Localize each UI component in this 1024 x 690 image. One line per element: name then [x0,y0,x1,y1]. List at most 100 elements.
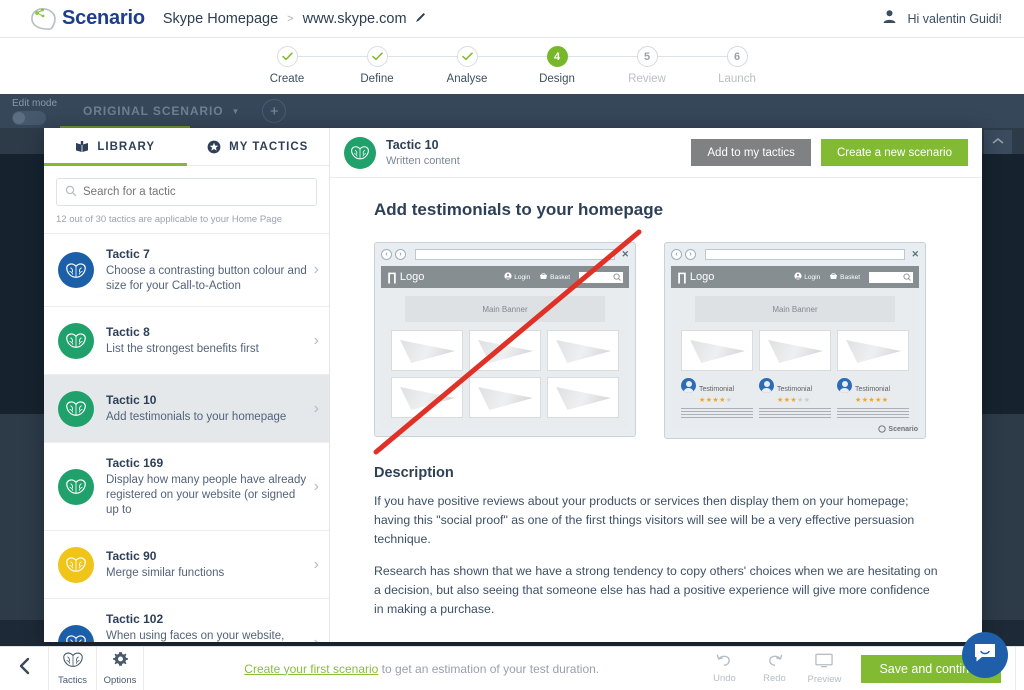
browser-url-bar [415,249,616,260]
site-basket-item: Basket [829,272,860,282]
tab-library[interactable]: LIBRARY [44,128,187,166]
stepper-step-define[interactable]: Define [332,46,422,85]
scenario-selector[interactable]: ORIGINAL SCENARIO ▼ [83,104,240,118]
search-box[interactable] [56,178,317,206]
collapse-panel-button[interactable] [984,130,1012,154]
brain-icon [344,136,376,169]
pencil-icon[interactable] [414,11,427,27]
tactics-tool-label: Tactics [57,675,88,686]
add-scenario-button[interactable]: + [262,99,287,123]
image-placeholder [469,377,541,418]
chevron-right-icon[interactable]: › [314,400,319,418]
create-first-scenario-link[interactable]: Create your first scenario [244,662,378,676]
chevron-left-icon [17,656,32,682]
stepper-circle: 5 [636,46,658,67]
search-input[interactable] [83,186,308,198]
stepper-steps: Create Define Analyse 4 Design 5 Review 6 Launch [242,46,782,85]
user-circle-icon [794,272,802,282]
star-rating: ★★★★★ [777,397,811,404]
site-basket-label: Basket [550,273,570,281]
detail-body: Add testimonials to your homepage ‹ › ✕ [330,178,982,642]
back-button[interactable] [0,656,48,682]
image-placeholder [391,330,463,371]
site-navbar-bad: ∏ Logo Login Basket [381,266,629,288]
stepper-step-design[interactable]: 4 Design [512,46,602,85]
tactic-list-item[interactable]: Tactic 7 Choose a contrasting button colo… [44,234,329,307]
brand-logo[interactable]: Scenario [28,6,145,32]
site-logo-good: ∏ Logo [677,270,714,284]
back-icon: ‹ [381,249,392,260]
user-menu[interactable]: Hi valentin Guidi! [882,9,1002,29]
breadcrumb-item-url[interactable]: www.skype.com [303,11,407,27]
browser-toolbar-bad: ‹ › ✕ [381,248,629,261]
edit-mode-toggle[interactable] [12,110,46,125]
applicable-note: 12 out of 30 tactics are applicable to y… [56,214,283,225]
chevron-right-icon[interactable]: › [314,634,319,643]
tactic-item-desc: Display how many people have already reg… [106,474,307,516]
chevron-right-icon[interactable]: › [314,478,319,496]
chevron-right-icon[interactable]: › [314,332,319,350]
create-new-scenario-button[interactable]: Create a new scenario [820,139,968,166]
image-placeholder [759,330,831,371]
gear-icon [112,651,129,673]
options-tool-button[interactable]: Options [96,646,144,690]
tactic-list[interactable]: Tactic 7 Choose a contrasting button colo… [44,233,329,642]
tactic-item-title: Tactic 169 [106,456,164,470]
testimonial-head: Testimonial ★★★★★ [759,378,831,405]
mockup-comparison: ‹ › ✕ ∏ Logo Login Basket Main Banner ‹ … [373,229,938,455]
star-rating: ★★★★★ [699,397,733,404]
undo-label: Undo [713,673,736,684]
image-glyph [846,340,901,363]
stepper-circle [276,46,298,67]
tactic-list-item[interactable]: Tactic 8 List the strongest benefits firs… [44,307,329,375]
brain-icon [58,546,94,583]
preview-button[interactable]: Preview [799,653,849,685]
tactic-list-item[interactable]: Tactic 169 Display how many people have a… [44,443,329,531]
chevron-right-icon[interactable]: › [314,261,319,279]
chevron-right-icon[interactable]: › [314,556,319,574]
stepper-circle [366,46,388,67]
tactic-list-item[interactable]: Tactic 102 When using faces on your websi… [44,599,329,642]
testimonial-text-lines [681,408,753,418]
stepper-step-launch[interactable]: 6 Launch [692,46,782,85]
redo-button[interactable]: Redo [749,653,799,684]
scenario-selector-label: ORIGINAL SCENARIO [83,104,224,118]
intercom-chat-button[interactable] [962,632,1008,678]
stepper-step-review[interactable]: 5 Review [602,46,692,85]
edit-mode-group: Edit mode [12,98,57,125]
image-glyph [768,340,823,363]
forward-icon: › [395,249,406,260]
image-glyph [400,340,455,363]
tab-my-tactics[interactable]: MY TACTICS [187,128,330,165]
avatar [837,378,852,393]
site-search-field [579,271,623,283]
tactic-item-title: Tactic 7 [106,247,150,261]
detail-header: Tactic 10 Written content Add to my tact… [330,128,982,178]
testimonial-row: Testimonial ★★★★★ Testimonial ★★★★★ Testimon… [681,378,909,420]
site-banner-bad: Main Banner [405,296,605,322]
description-paragraph-2: Research has shown that we have a strong… [374,564,938,616]
mockup-good: ‹ › ✕ ∏ Logo Login Basket Main Banner Te… [664,242,926,439]
stepper-circle [456,46,478,67]
tactic-list-item[interactable]: Tactic 90 Merge similar functions › [44,531,329,599]
tactic-item-text: Tactic 10 Add testimonials to your homepa… [106,392,308,425]
tactic-item-title: Tactic 10 [106,393,157,407]
image-placeholder [469,330,541,371]
stepper-step-create[interactable]: Create [242,46,332,85]
chevron-down-icon: ▼ [231,106,241,116]
tactic-item-desc: When using faces on your website, direct… [106,630,285,642]
close-icon: ✕ [621,249,629,259]
edit-mode-bar: Edit mode ORIGINAL SCENARIO ▼ + [0,94,1024,128]
app-root: Scenario Skype Homepage > www.skype.com … [0,0,1024,690]
tactics-tool-button[interactable]: Tactics [48,646,96,690]
redo-label: Redo [763,673,786,684]
undo-button[interactable]: Undo [699,653,749,684]
add-to-my-tactics-button[interactable]: Add to my tactics [691,139,811,166]
brain-icon [58,322,94,359]
tactic-list-item[interactable]: Tactic 10 Add testimonials to your homepa… [44,375,329,443]
tactics-modal: LIBRARY MY TACTICS Search for a tactic 1… [44,128,982,642]
breadcrumb-item-project[interactable]: Skype Homepage [163,11,278,27]
tactic-item-text: Tactic 102 When using faces on your websi… [106,611,308,642]
top-bar: Scenario Skype Homepage > www.skype.com … [0,0,1024,38]
stepper-step-analyse[interactable]: Analyse [422,46,512,85]
